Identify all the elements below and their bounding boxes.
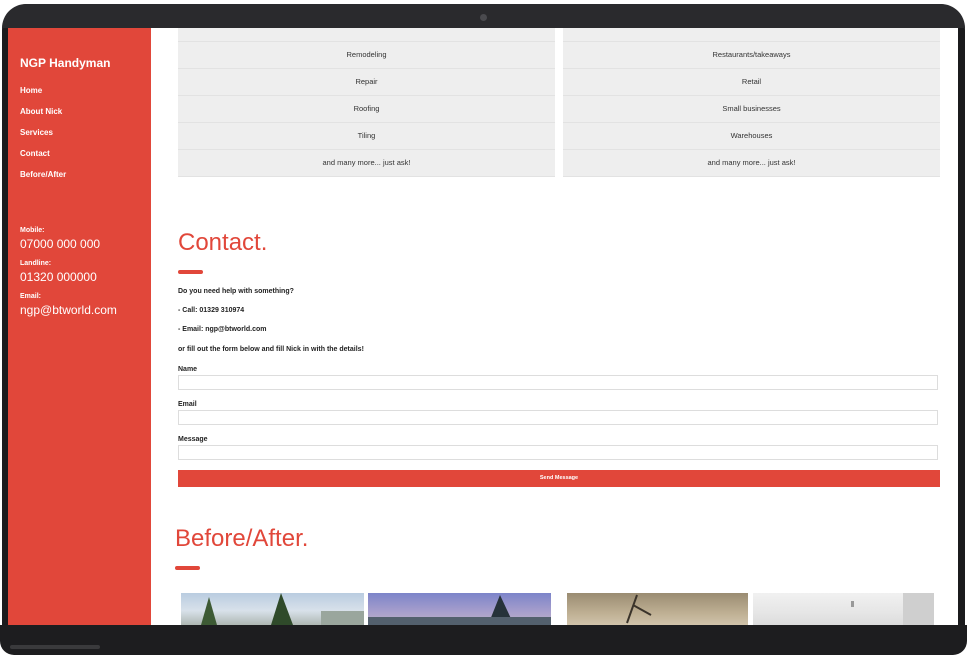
site-brand[interactable]: NGP Handyman xyxy=(20,56,110,70)
before-after-heading: Before/After. xyxy=(175,525,309,552)
tree-image-icon xyxy=(368,595,551,625)
email-field-label: Email xyxy=(178,401,197,408)
service-item: Small businesses xyxy=(563,96,940,123)
contact-fill-text: or fill out the form below and fill Nick… xyxy=(178,346,364,353)
laptop-base xyxy=(0,625,967,655)
laptop-mockup: NGP Handyman Home About Nick Services Co… xyxy=(0,0,967,655)
services-list-right: Restaurants/takeaways Retail Small busin… xyxy=(563,28,940,177)
message-input[interactable] xyxy=(178,445,938,460)
nav-item-contact[interactable]: Contact xyxy=(20,149,66,170)
nav-item-home[interactable]: Home xyxy=(20,86,66,107)
name-label: Name xyxy=(178,366,198,373)
services-list-left: Remodeling Repair Roofing Tiling and man… xyxy=(178,28,555,177)
email-input[interactable] xyxy=(178,410,938,425)
service-item: Remodeling xyxy=(178,42,555,69)
sidebar-nav: Home About Nick Services Contact Before/… xyxy=(20,86,66,191)
contact-email-text: - Email: ngp@btworld.com xyxy=(178,326,267,333)
nav-item-services[interactable]: Services xyxy=(20,128,66,149)
contact-intro-text: Do you need help with something? xyxy=(178,288,294,295)
browser-screen: NGP Handyman Home About Nick Services Co… xyxy=(8,28,958,625)
email-address[interactable]: ngp@btworld.com xyxy=(20,301,117,323)
webcam-icon xyxy=(480,14,487,21)
main-content: Remodeling Repair Roofing Tiling and man… xyxy=(151,28,958,625)
before-after-heading-underline xyxy=(175,566,200,570)
before-photo-ceiling[interactable] xyxy=(567,593,748,625)
room-image-icon xyxy=(851,593,934,625)
mobile-number[interactable]: 07000 000 000 xyxy=(20,235,117,257)
contact-info: Mobile: 07000 000 000 Landline: 01320 00… xyxy=(20,224,117,323)
contact-heading: Contact. xyxy=(178,229,268,256)
contact-heading-underline xyxy=(178,270,203,274)
service-item: Restaurants/takeaways xyxy=(563,42,940,69)
service-item: and many more... just ask! xyxy=(563,150,940,177)
tree-image-icon xyxy=(201,593,364,625)
service-item: Warehouses xyxy=(563,123,940,150)
after-photo-room[interactable] xyxy=(753,593,934,625)
services-cell-cutoff xyxy=(178,28,555,42)
service-item: Tiling xyxy=(178,123,555,150)
service-item: Repair xyxy=(178,69,555,96)
landline-label: Landline: xyxy=(20,260,52,267)
before-photo-trees[interactable] xyxy=(181,593,364,625)
send-message-button[interactable]: Send Message xyxy=(178,470,940,487)
sidebar: NGP Handyman Home About Nick Services Co… xyxy=(8,28,151,625)
nav-item-about-nick[interactable]: About Nick xyxy=(20,107,66,128)
laptop-base-detail xyxy=(10,645,100,649)
contact-call-text: - Call: 01329 310974 xyxy=(178,307,245,314)
after-photo-trees[interactable] xyxy=(368,593,551,625)
message-label: Message xyxy=(178,436,208,443)
mobile-label: Mobile: xyxy=(20,227,45,234)
service-item: Retail xyxy=(563,69,940,96)
service-item: and many more... just ask! xyxy=(178,150,555,177)
services-cell-cutoff xyxy=(563,28,940,42)
email-label: Email: xyxy=(20,293,42,300)
name-input[interactable] xyxy=(178,375,938,390)
ceiling-image-icon xyxy=(626,594,652,624)
nav-item-before-after[interactable]: Before/After xyxy=(20,170,66,191)
service-item: Roofing xyxy=(178,96,555,123)
landline-number[interactable]: 01320 000000 xyxy=(20,268,117,290)
